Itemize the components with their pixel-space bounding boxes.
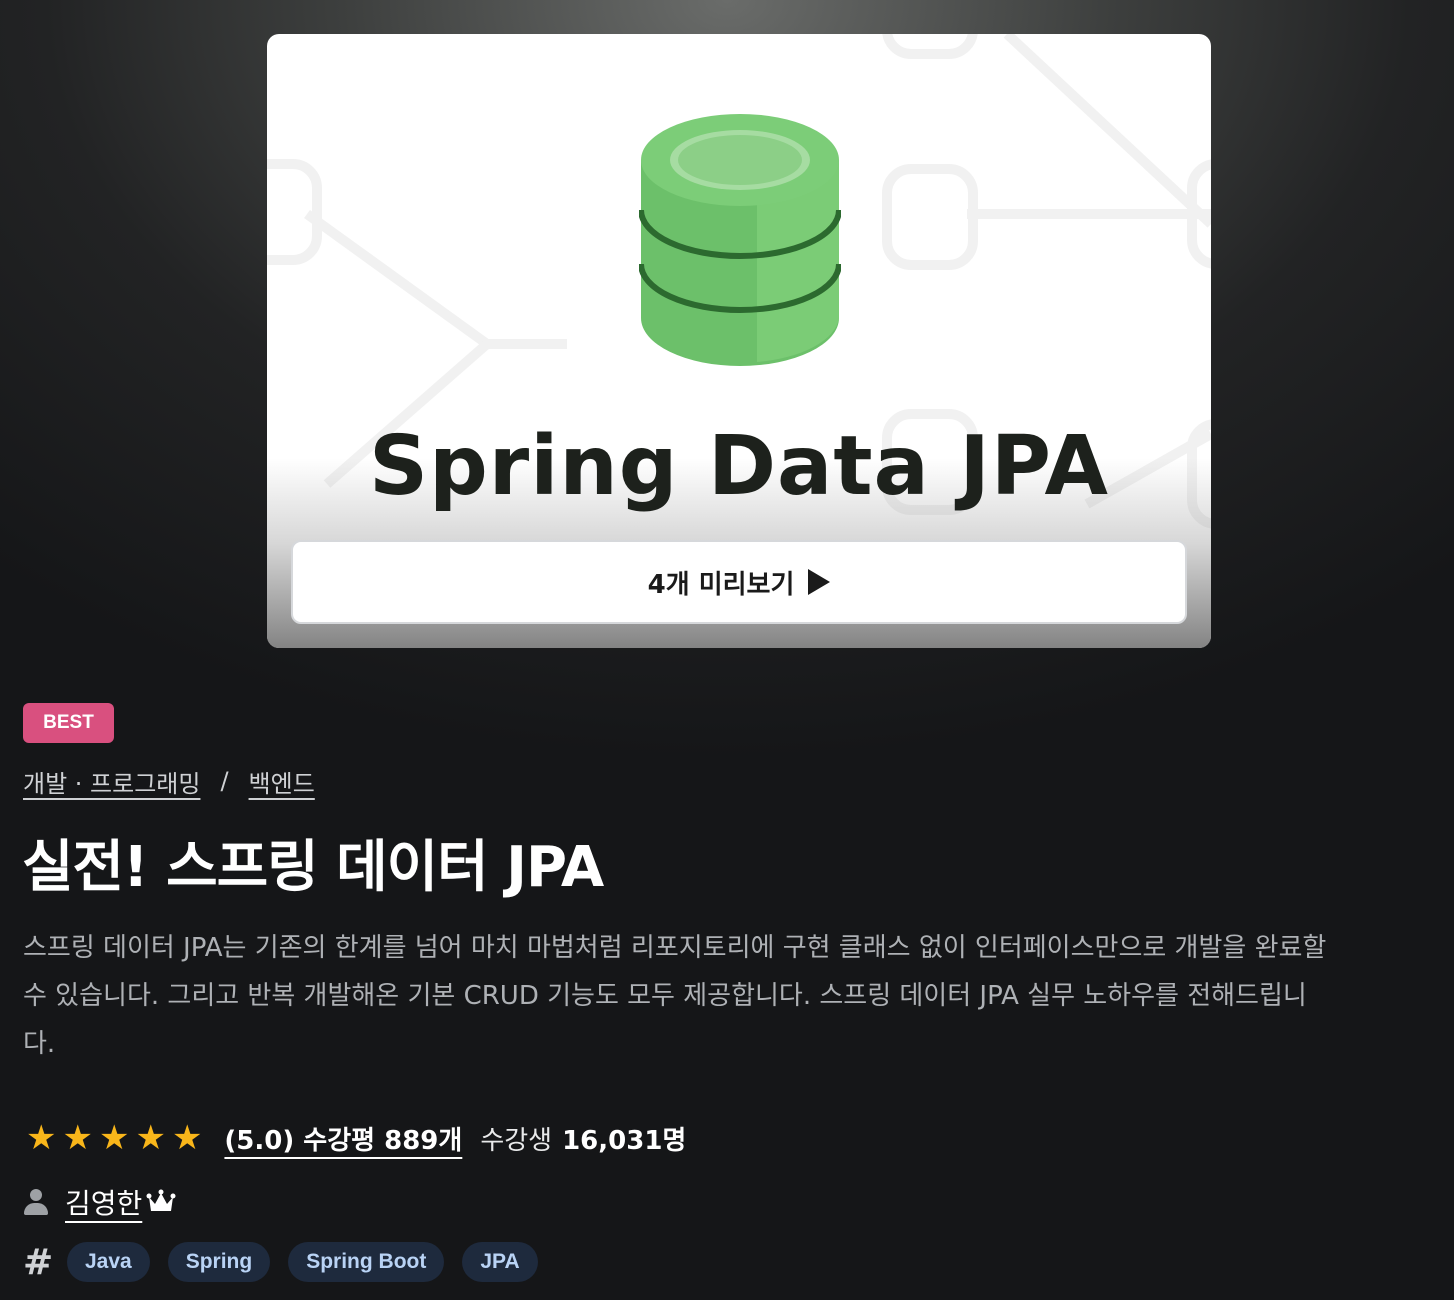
database-icon xyxy=(639,114,841,366)
tag-spring-boot[interactable]: Spring Boot xyxy=(288,1242,445,1282)
course-thumbnail: Spring Data JPA 4개 미리보기 xyxy=(267,34,1211,648)
tag-spring[interactable]: Spring xyxy=(167,1242,271,1282)
preview-button-label: 4개 미리보기 xyxy=(647,569,795,600)
breadcrumb-subcategory-link[interactable]: 백엔드 xyxy=(249,764,315,799)
star-icon: ★ xyxy=(171,1118,203,1158)
students-count: 16,031명 xyxy=(562,1125,687,1156)
hash-icon: # xyxy=(23,1241,54,1283)
person-icon xyxy=(23,1187,49,1217)
students-label: 수강생 xyxy=(480,1125,553,1156)
thumbnail-title: Spring Data JPA xyxy=(369,419,1109,514)
best-badge: BEST xyxy=(23,703,114,743)
rating-row: ★ ★ ★ ★ ★ (5.0) 수강평 889개 수강생 16,031명 xyxy=(26,1117,686,1159)
play-icon xyxy=(808,569,831,595)
review-count-link[interactable]: (5.0) 수강평 889개 xyxy=(224,1120,462,1157)
tag-java[interactable]: Java xyxy=(67,1242,150,1282)
tag-jpa[interactable]: JPA xyxy=(462,1242,538,1282)
tags-row: # Java Spring Spring Boot JPA xyxy=(23,1241,556,1283)
breadcrumb-category-link[interactable]: 개발 · 프로그래밍 xyxy=(23,764,200,799)
breadcrumb: 개발 · 프로그래밍 / 백엔드 xyxy=(23,764,315,798)
breadcrumb-separator: / xyxy=(220,767,229,795)
course-description: 스프링 데이터 JPA는 기존의 한계를 넘어 마치 마법처럼 리포지토리에 구… xyxy=(23,933,1327,1059)
instructor-row: 김영한 xyxy=(23,1182,176,1222)
star-icon: ★ xyxy=(62,1118,93,1158)
preview-button[interactable]: 4개 미리보기 xyxy=(291,540,1187,624)
instructor-name-link[interactable]: 김영한 xyxy=(65,1182,142,1222)
star-icon: ★ xyxy=(26,1118,57,1158)
crown-icon xyxy=(146,1189,176,1211)
star-icon: ★ xyxy=(98,1118,130,1158)
course-title: 실전! 스프링 데이터 JPA xyxy=(22,835,604,900)
star-icon: ★ xyxy=(135,1118,166,1158)
rating-stars: ★ ★ ★ ★ ★ xyxy=(26,1121,202,1155)
